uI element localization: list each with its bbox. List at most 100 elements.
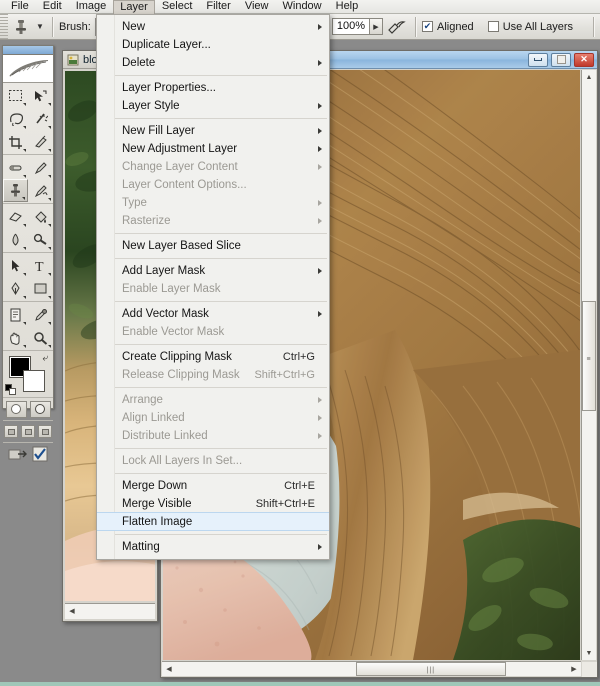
background-color-swatch[interactable]	[23, 370, 45, 392]
move-tool[interactable]	[28, 84, 53, 107]
default-colors-icon[interactable]	[5, 384, 16, 395]
submenu-chevron-right-icon	[318, 433, 322, 439]
vertical-scrollbar[interactable]: ▲ ≡ ▼	[581, 70, 596, 660]
flow-input[interactable]: 100%	[331, 18, 370, 35]
menu-item-label: Type	[122, 197, 147, 209]
checkmark-icon[interactable]	[32, 446, 48, 465]
use-all-layers-checkbox[interactable]	[487, 21, 499, 32]
scroll-right-arrow-icon[interactable]: ▶	[567, 662, 581, 676]
menu-item-label: New	[122, 21, 146, 33]
scroll-up-arrow-icon[interactable]: ▲	[582, 70, 596, 84]
toolbox-row	[3, 179, 53, 202]
eyedropper-tool[interactable]	[28, 303, 53, 326]
eraser-tool[interactable]	[3, 205, 28, 228]
swap-colors-icon[interactable]: ⤶	[42, 353, 48, 364]
menu-item-layer-properties[interactable]: Layer Properties...	[97, 79, 329, 97]
menubar-item-help[interactable]: Help	[329, 0, 366, 13]
menubar-item-file[interactable]: File	[4, 0, 36, 13]
layer-dropdown-menu[interactable]: New Duplicate Layer... Delete Layer Propert…	[96, 14, 330, 560]
menu-item-create-clipping-mask[interactable]: Create Clipping Mask Ctrl+G	[97, 348, 329, 366]
menubar-item-view[interactable]: View	[238, 0, 276, 13]
shape-tool[interactable]	[28, 277, 53, 300]
menu-item-layer-style[interactable]: Layer Style	[97, 97, 329, 115]
aligned-checkbox-row[interactable]: ✔ Aligned	[421, 21, 478, 33]
blur-tool[interactable]	[3, 228, 28, 251]
healing-brush-tool[interactable]	[3, 156, 28, 179]
menu-item-label: Flatten Image	[122, 515, 193, 528]
hand-tool[interactable]	[3, 326, 28, 349]
quick-mask-mode-button[interactable]	[29, 400, 51, 418]
type-tool[interactable]: T	[28, 254, 53, 277]
scroll-down-arrow-icon[interactable]: ▼	[582, 646, 596, 660]
menu-item-new-layer-based-slice[interactable]: New Layer Based Slice	[97, 237, 329, 255]
vertical-scrollbar-thumb[interactable]: ≡	[582, 300, 596, 411]
zoom-tool[interactable]	[28, 326, 53, 349]
clone-stamp-icon[interactable]	[8, 16, 34, 38]
path-selection-tool[interactable]	[3, 254, 28, 277]
submenu-chevron-right-icon	[318, 60, 322, 66]
menu-item-new-adjustment-layer[interactable]: New Adjustment Layer	[97, 140, 329, 158]
minimize-button[interactable]	[528, 52, 548, 67]
tool-preset-chevron-down-icon[interactable]: ▼	[34, 22, 46, 31]
horizontal-scrollbar-background-document[interactable]: ◀	[65, 603, 155, 619]
menubar-item-window[interactable]: Window	[276, 0, 329, 13]
horizontal-scrollbar-thumb[interactable]: |||	[355, 662, 506, 676]
options-separator-3	[593, 16, 594, 37]
menubar-item-layer[interactable]: Layer	[113, 0, 155, 14]
jump-to-imageready-icon[interactable]	[8, 446, 28, 465]
menu-item-duplicate-layer[interactable]: Duplicate Layer...	[97, 36, 329, 54]
menu-item-label: Add Vector Mask	[122, 308, 209, 320]
marquee-tool[interactable]	[3, 84, 28, 107]
scrollbar-corner-resize-grip[interactable]	[582, 662, 597, 677]
menubar-item-image[interactable]: Image	[69, 0, 114, 13]
toolbox-row: T	[3, 254, 53, 277]
use-all-layers-checkbox-row[interactable]: Use All Layers	[487, 21, 577, 33]
scroll-left-arrow-icon-active[interactable]: ◀	[162, 662, 176, 676]
menu-item-merge-visible[interactable]: Merge Visible Shift+Ctrl+E	[97, 495, 329, 513]
submenu-chevron-right-icon	[318, 164, 322, 170]
menu-item-new[interactable]: New	[97, 18, 329, 36]
standard-screen-mode-button[interactable]	[4, 425, 18, 438]
close-button[interactable]: ✕	[574, 52, 594, 67]
menu-item-add-vector-mask[interactable]: Add Vector Mask	[97, 305, 329, 323]
standard-mode-button[interactable]	[5, 400, 27, 418]
options-bar-grip[interactable]	[0, 13, 8, 40]
menu-item-label: New Layer Based Slice	[122, 240, 241, 252]
menu-item-label: Lock All Layers In Set...	[122, 455, 243, 467]
menu-item-label: Layer Properties...	[122, 82, 216, 94]
crop-tool[interactable]	[3, 130, 28, 153]
clone-stamp-tool[interactable]	[3, 179, 28, 202]
full-screen-menubar-mode-button[interactable]	[21, 425, 35, 438]
horizontal-scrollbar[interactable]: ◀ ||| ▶	[162, 661, 581, 676]
paint-bucket-tool[interactable]	[28, 205, 53, 228]
history-brush-tool[interactable]	[28, 179, 53, 202]
menubar-item-select[interactable]: Select	[155, 0, 200, 13]
toolbox-row	[3, 228, 53, 251]
airbrush-icon[interactable]	[383, 17, 409, 37]
menu-item-flatten-image[interactable]: Flatten Image	[97, 512, 329, 531]
dodge-tool[interactable]	[28, 228, 53, 251]
menu-item-change-layer-content: Change Layer Content	[97, 158, 329, 176]
menubar-item-filter[interactable]: Filter	[199, 0, 237, 13]
submenu-chevron-right-icon	[318, 397, 322, 403]
full-screen-mode-button[interactable]	[38, 425, 52, 438]
aligned-checkbox[interactable]: ✔	[421, 21, 433, 32]
notes-tool[interactable]	[3, 303, 28, 326]
menu-item-add-layer-mask[interactable]: Add Layer Mask	[97, 262, 329, 280]
menu-item-delete[interactable]: Delete	[97, 54, 329, 72]
toolbox-title-bar[interactable]	[3, 46, 53, 55]
toolbox-group	[3, 155, 53, 204]
menu-item-new-fill-layer[interactable]: New Fill Layer	[97, 122, 329, 140]
maximize-button[interactable]	[551, 52, 571, 67]
magic-wand-tool[interactable]	[28, 107, 53, 130]
menubar-item-edit[interactable]: Edit	[36, 0, 69, 13]
scroll-left-arrow-icon[interactable]: ◀	[65, 604, 79, 618]
menu-item-matting[interactable]: Matting	[97, 538, 329, 556]
pen-tool[interactable]	[3, 277, 28, 300]
menu-item-merge-down[interactable]: Merge Down Ctrl+E	[97, 477, 329, 495]
brush-tool[interactable]	[28, 156, 53, 179]
lasso-tool[interactable]	[3, 107, 28, 130]
menu-item-label: Merge Visible	[122, 498, 192, 510]
slice-tool[interactable]	[28, 130, 53, 153]
flow-stepper-chevron-down-icon[interactable]: ▶	[369, 18, 383, 35]
